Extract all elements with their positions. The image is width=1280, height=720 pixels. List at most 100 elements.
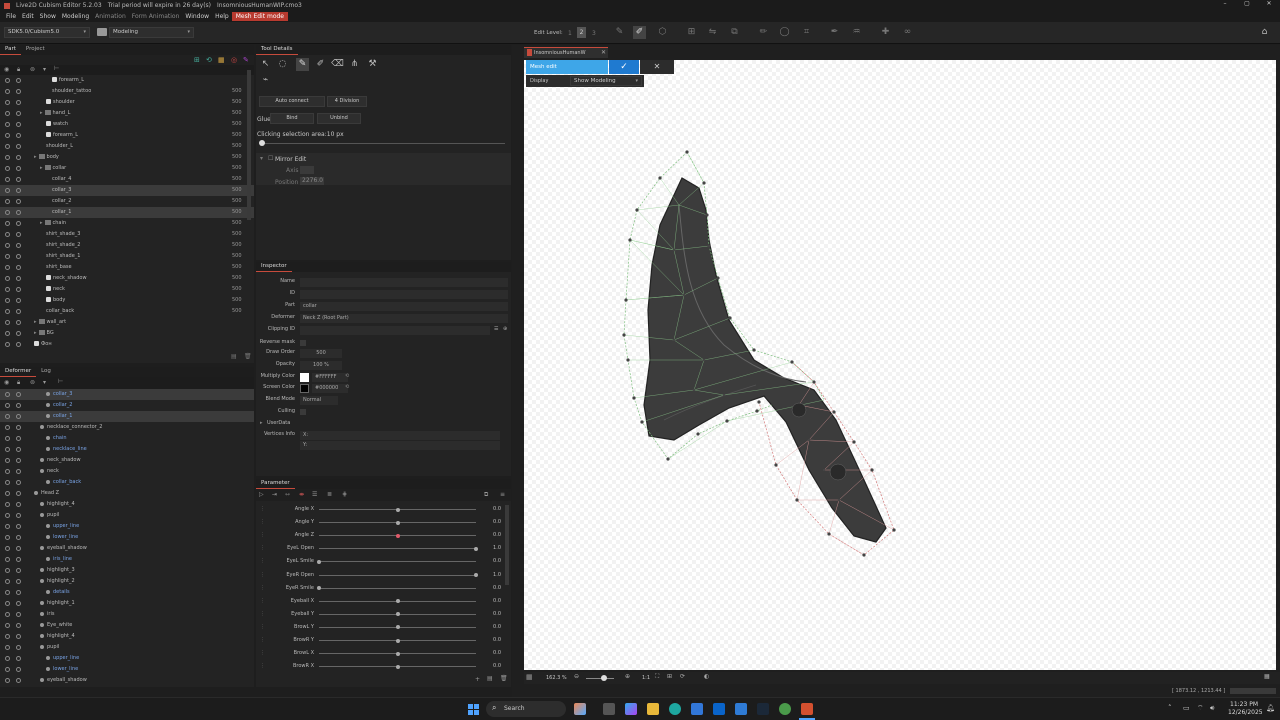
unbind-button[interactable]: Unbind [317, 113, 361, 124]
parameter-scrollbar[interactable] [505, 505, 509, 585]
deformer-row[interactable]: eyeball_shadow [0, 675, 254, 686]
part-row[interactable]: neck_shadow 500 [0, 273, 254, 284]
edge-icon[interactable] [669, 703, 681, 715]
parameter-slider[interactable] [319, 574, 476, 576]
visibility-toggle-icon[interactable] [5, 111, 10, 116]
deformer-row[interactable]: iris_line [0, 554, 254, 565]
part-select[interactable]: collar [300, 302, 508, 311]
tray-chevron-icon[interactable]: ˄ [1168, 704, 1172, 712]
lock-toggle-icon[interactable] [16, 166, 21, 171]
deformer-row[interactable]: upper_line [0, 521, 254, 532]
lock-toggle-icon[interactable] [16, 414, 21, 419]
zoom-value[interactable]: 162.3 % [546, 675, 567, 681]
lock-toggle-icon[interactable] [16, 557, 21, 562]
edit-level-3[interactable]: 3 [592, 30, 596, 37]
deformer-row[interactable]: neck_shadow [0, 455, 254, 466]
lock-toggle-icon[interactable] [16, 232, 21, 237]
app-icon[interactable] [735, 703, 747, 715]
grid-icon[interactable]: ▦ [218, 56, 225, 64]
position-field[interactable]: 2276.0 [300, 177, 324, 185]
opacity-field[interactable]: 100 % [300, 361, 342, 370]
lasso-icon[interactable]: ◯ [778, 26, 791, 39]
culling-checkbox[interactable] [300, 409, 306, 415]
visibility-toggle-icon[interactable] [5, 425, 10, 430]
outlook-icon[interactable] [713, 703, 725, 715]
visibility-toggle-icon[interactable] [5, 414, 10, 419]
workspace-select[interactable]: Modeling [109, 27, 194, 38]
spread-icon[interactable]: ⇿ [285, 491, 290, 498]
visibility-toggle-icon[interactable] [5, 254, 10, 259]
chrome-icon[interactable] [779, 703, 791, 715]
home-icon[interactable]: ⌂ [1258, 26, 1271, 39]
part-row[interactable]: ▸ chain 500 [0, 218, 254, 229]
deformer-row[interactable]: lower_line [0, 532, 254, 543]
grid-toggle-icon[interactable]: ▦ [1264, 673, 1270, 680]
clipping-field[interactable] [300, 326, 490, 335]
zoom-slider[interactable] [586, 678, 614, 679]
store-icon[interactable] [691, 703, 703, 715]
tab-log[interactable]: Log [36, 367, 56, 377]
confirm-mesh-button[interactable]: ✓ [609, 60, 639, 74]
auto-mesh-icon[interactable]: ⬡ [656, 26, 669, 39]
vertex-y-field[interactable]: Y: [300, 441, 500, 450]
parameter-knob[interactable] [395, 612, 400, 617]
key-icon[interactable]: ⇥ [272, 491, 277, 498]
visibility-toggle-icon[interactable] [5, 232, 10, 237]
deformer-row[interactable]: chain [0, 433, 254, 444]
parameter-knob[interactable] [395, 625, 400, 630]
parameter-knob[interactable] [395, 664, 400, 669]
frame-icon[interactable]: ⊞ [667, 673, 672, 680]
lock-toggle-icon[interactable] [16, 645, 21, 650]
parameter-value[interactable]: 0.0 [493, 637, 501, 643]
visibility-toggle-icon[interactable] [5, 188, 10, 193]
lock-toggle-icon[interactable] [16, 458, 21, 463]
parameter-row[interactable]: ⋮ Eyeball X 0.0 [257, 595, 507, 608]
lock-toggle-icon[interactable] [16, 601, 21, 606]
notification-icon[interactable]: 🔔︎ [1266, 704, 1275, 712]
part-row[interactable]: watch 500 [0, 119, 254, 130]
lock-toggle-icon[interactable] [16, 491, 21, 496]
visibility-toggle-icon[interactable] [5, 623, 10, 628]
cubism-taskbar-icon[interactable] [801, 703, 813, 715]
part-row[interactable]: body 500 [0, 295, 254, 306]
visibility-toggle-icon[interactable] [5, 100, 10, 105]
part-row[interactable]: ▸ wall_art [0, 317, 254, 328]
visibility-toggle-icon[interactable] [5, 199, 10, 204]
deformer-row[interactable]: highlight_4 [0, 631, 254, 642]
visibility-toggle-icon[interactable] [5, 524, 10, 529]
multiply-color-value[interactable]: #FFFFFF [312, 373, 348, 382]
drag-handle-icon[interactable]: ⋮ [260, 572, 265, 578]
minimize-icon[interactable]: – [1214, 0, 1236, 7]
lock-toggle-icon[interactable] [16, 133, 21, 138]
deformer-row[interactable]: collar_1 [0, 411, 254, 422]
visibility-toggle-icon[interactable] [5, 546, 10, 551]
lock-toggle-icon[interactable] [16, 111, 21, 116]
parameter-knob[interactable] [317, 586, 321, 591]
zoom-in-icon[interactable]: ⊕ [625, 673, 630, 680]
visibility-toggle-icon[interactable] [5, 210, 10, 215]
drag-handle-icon[interactable]: ⋮ [260, 663, 265, 669]
parameter-slider[interactable] [319, 587, 476, 589]
parameter-knob[interactable] [395, 638, 400, 643]
part-row[interactable]: ▸ BG [0, 328, 254, 339]
drag-handle-icon[interactable]: ⋮ [260, 506, 265, 512]
copy-icon[interactable]: ⧉ [484, 491, 488, 499]
part-row[interactable]: collar_1 500 [0, 207, 254, 218]
expand-icon[interactable]: ▸ [34, 319, 37, 325]
visibility-toggle-icon[interactable] [5, 568, 10, 573]
lock-toggle-icon[interactable] [16, 265, 21, 270]
multiply-reset-icon[interactable]: ⟲ [345, 373, 349, 379]
parameter-knob[interactable] [474, 546, 478, 551]
drag-handle-icon[interactable]: ⋮ [260, 585, 265, 591]
task-view-icon[interactable] [603, 703, 615, 715]
parameter-row[interactable]: ⋮ BrowR X 0.0 [257, 660, 507, 673]
maximize-icon[interactable]: ▢ [1236, 0, 1258, 7]
visibility-toggle-icon[interactable] [5, 122, 10, 127]
flip-icon[interactable]: ⇋ [706, 26, 719, 39]
lock-toggle-icon[interactable] [16, 469, 21, 474]
draw-order-field[interactable]: 500 [300, 349, 342, 358]
menu-help[interactable]: Help [212, 13, 232, 20]
tab-project[interactable]: Project [21, 45, 50, 55]
magic-icon[interactable]: ⌁ [259, 74, 272, 87]
taskbar-search[interactable]: ⌕ Search [486, 701, 566, 717]
